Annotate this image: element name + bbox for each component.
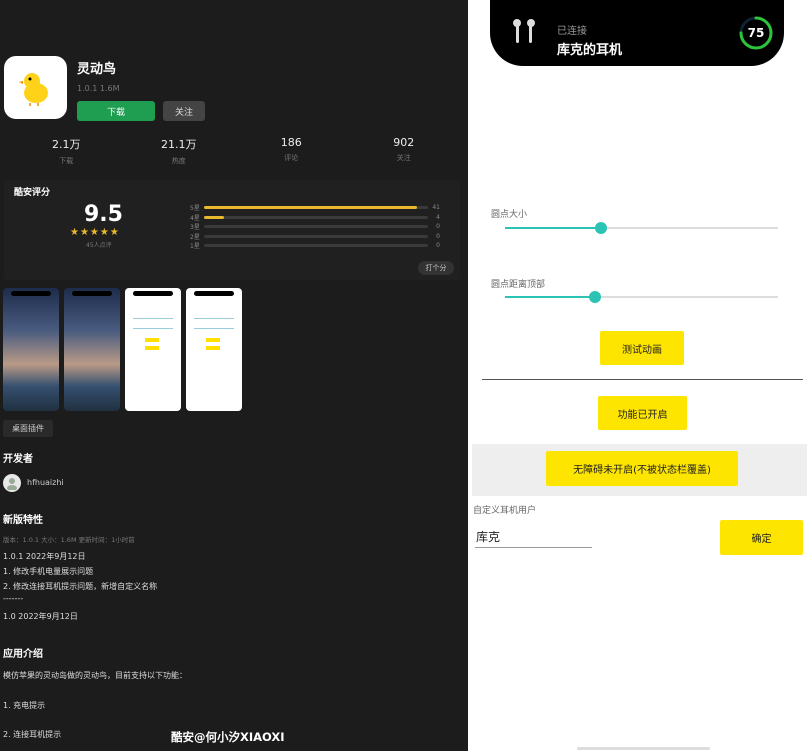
screenshot-thumb[interactable] (186, 288, 242, 411)
slider-thumb[interactable] (589, 291, 602, 303)
download-button[interactable]: 下载 (77, 101, 155, 121)
rating-title: 酷安评分 (14, 188, 51, 198)
stat-comments[interactable]: 186 评论 (235, 130, 348, 172)
screenshot-thumb[interactable] (125, 288, 181, 411)
stat-value: 186 (280, 136, 302, 149)
rating-distribution: 5星 41 4星 4 3星 0 2星 0 1星 0 (190, 203, 440, 251)
rating-bar-fill (204, 215, 225, 219)
changelog-line: 1.0.1 2022年9月12日 (3, 552, 86, 561)
rating-bar-row: 3星 0 (190, 222, 440, 232)
rating-count: 45人点评 (86, 242, 112, 249)
app-store-panel: 灵动鸟 1.0.1 1.6M 下载 关注 2.1万 下载 21.1万 热度 186 评… (0, 0, 468, 751)
rating-stars: ★★★★★ (70, 227, 120, 238)
bar-count: 0 (436, 223, 440, 231)
test-animation-button[interactable]: 测试动画 (600, 331, 684, 365)
app-name: 灵动鸟 (77, 62, 117, 77)
stat-label: 评论 (284, 154, 299, 162)
developer-name[interactable]: hfhuaizhi (27, 478, 64, 487)
slider-fill (505, 227, 601, 229)
intro-item: 1. 充电提示 (3, 701, 46, 710)
bar-count: 0 (436, 232, 440, 240)
slider-fill (505, 296, 596, 298)
rating-score: 9.5 (84, 202, 123, 227)
confirm-button[interactable]: 确定 (720, 520, 803, 555)
screenshot-thumb[interactable] (64, 288, 120, 411)
follow-button[interactable]: 关注 (163, 101, 205, 121)
battery-value: 75 (747, 26, 765, 40)
rating-bar-fill (204, 206, 417, 210)
intro-item: 2. 连接耳机提示 (3, 730, 62, 739)
rating-bar-row: 5星 41 (190, 203, 440, 213)
stat-value: 902 (393, 136, 415, 149)
rating-bar-row: 4星 4 (190, 213, 440, 223)
connection-state: 已连接 (557, 26, 587, 37)
slider-thumb[interactable] (594, 222, 607, 234)
bar-count: 41 (432, 204, 440, 212)
dynamic-island[interactable]: 已连接 库克的耳机 75 (490, 0, 784, 66)
stats-row: 2.1万下载 21.1万热度 186 评论 902 关注 (10, 130, 460, 172)
accessibility-button[interactable]: 无障碍未开启(不被状态栏覆盖) (546, 451, 738, 486)
divider (482, 379, 803, 380)
stat-downloads: 2.1万下载 (10, 130, 123, 172)
stat-value: 21.1万 (161, 138, 197, 151)
screenshot-thumb[interactable] (3, 288, 59, 411)
app-meta: 1.0.1 1.6M (77, 84, 120, 93)
bar-label: 1星 (190, 243, 200, 251)
feature-enabled-button[interactable]: 功能已开启 (598, 396, 687, 430)
dot-top-slider[interactable] (505, 291, 778, 303)
version-meta: 版本：1.0.1 大小：1.6M 更新时间：1小时前 (3, 536, 135, 544)
custom-user-label: 自定义耳机用户 (473, 506, 537, 516)
bird-icon (18, 72, 48, 106)
stat-heat: 21.1万热度 (123, 130, 236, 172)
dot-top-label: 圆点距离顶部 (491, 280, 546, 290)
device-name: 库克的耳机 (557, 43, 623, 58)
rating-card: 酷安评分 9.5 ★★★★★ 45人点评 5星 41 4星 4 3星 0 2星 0 1星… (4, 180, 460, 280)
bar-label: 5星 (190, 205, 200, 213)
bar-count: 4 (436, 213, 440, 221)
changelog-title: 新版特性 (3, 515, 43, 526)
airpods-icon (513, 19, 535, 43)
rating-bar-row: 1星 0 (190, 241, 440, 251)
watermark: 酷安@何小汐XIAOXI (171, 730, 285, 744)
settings-panel: 已连接 库克的耳机 75 圆点大小 圆点距离顶部 测试动画 功能已开启 无障碍未… (472, 0, 807, 751)
bar-label: 3星 (190, 224, 200, 232)
developer-title: 开发者 (3, 454, 33, 465)
developer-avatar[interactable] (3, 474, 21, 492)
bar-label: 2星 (190, 233, 200, 241)
home-indicator[interactable] (577, 747, 710, 750)
stat-value: 2.1万 (52, 138, 81, 151)
changelog-line: 1.0 2022年9月12日 (3, 612, 78, 621)
rate-button[interactable]: 打个分 (418, 261, 454, 275)
stat-followers[interactable]: 902 关注 (348, 130, 461, 172)
avatar-icon (7, 478, 17, 490)
changelog-line: ------- (3, 594, 24, 603)
app-icon (4, 56, 67, 119)
changelog-line: 1. 修改手机电量展示问题 (3, 567, 94, 576)
stat-label: 关注 (396, 154, 411, 162)
bar-count: 0 (436, 242, 440, 250)
rating-bar-row: 2星 0 (190, 232, 440, 242)
intro-title: 应用介绍 (3, 649, 43, 660)
widget-tag[interactable]: 桌面插件 (3, 420, 53, 437)
dot-size-slider[interactable] (505, 222, 778, 234)
stat-label: 热度 (171, 157, 186, 165)
dot-size-label: 圆点大小 (491, 210, 528, 220)
custom-name-input[interactable]: 库克 (475, 524, 592, 548)
changelog-line: 2. 修改连接耳机提示问题，新增自定义名称 (3, 582, 158, 591)
bar-label: 4星 (190, 214, 200, 222)
stat-label: 下载 (59, 157, 74, 165)
intro-desc: 模仿苹果的灵动岛做的灵动鸟，目前支持以下功能： (3, 671, 187, 680)
